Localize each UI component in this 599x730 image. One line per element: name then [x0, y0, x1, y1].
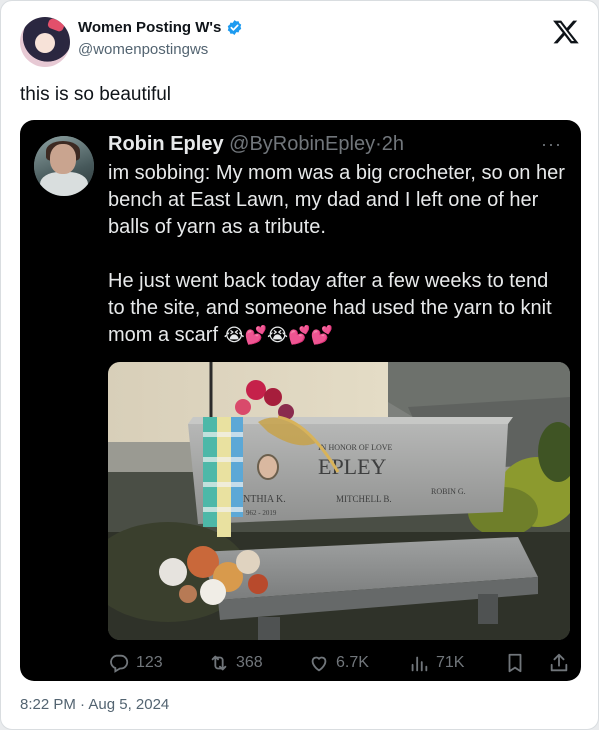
- quoted-paragraph-1: im sobbing: My mom was a big crocheter, …: [108, 162, 565, 238]
- views-button[interactable]: 71K: [408, 652, 464, 674]
- reply-button[interactable]: 123: [108, 652, 163, 674]
- quoted-avatar[interactable]: [34, 136, 94, 196]
- verified-badge-icon: [228, 20, 242, 35]
- quoted-handle[interactable]: @ByRobinEpley: [229, 133, 375, 155]
- bookmark-button[interactable]: [504, 652, 526, 674]
- quoted-post[interactable]: Robin Epley @ByRobinEpley·2h ··· im sobb…: [20, 120, 581, 681]
- repost-button[interactable]: 368: [208, 652, 263, 674]
- author-name[interactable]: Women Posting W's: [78, 19, 221, 36]
- engraving-name-left: NTHIA K.: [243, 494, 286, 505]
- author-name-row[interactable]: Women Posting W's: [78, 19, 243, 36]
- like-count: 6.7K: [336, 654, 369, 671]
- engraving-years-left: 962 - 2019: [246, 509, 277, 517]
- reply-count: 123: [136, 654, 163, 671]
- quoted-age[interactable]: 2h: [382, 133, 404, 155]
- emoji-row: 😭💕😭💕💕: [223, 325, 333, 345]
- action-bar: 123 368 6.7K 71K: [108, 652, 570, 676]
- reply-icon: [110, 654, 129, 673]
- quoted-name[interactable]: Robin Epley: [108, 133, 224, 155]
- post-card: Women Posting W's @womenpostingws this i…: [0, 0, 599, 730]
- engraving-name-mid: MITCHELL B.: [336, 494, 392, 504]
- repost-count: 368: [236, 654, 263, 671]
- more-icon[interactable]: ···: [541, 134, 562, 155]
- x-logo-icon[interactable]: [552, 18, 580, 46]
- post-caption: this is so beautiful: [20, 84, 172, 105]
- bench-photo: IN HONOR OF LOVE EPLEY NTHIA K. 962 - 20…: [108, 362, 570, 640]
- author-handle[interactable]: @womenpostingws: [78, 41, 208, 58]
- post-timestamp[interactable]: 8:22 PM · Aug 5, 2024: [20, 696, 169, 713]
- like-button[interactable]: 6.7K: [308, 652, 369, 674]
- author-avatar[interactable]: [20, 17, 70, 67]
- like-icon: [311, 656, 327, 672]
- share-button[interactable]: [548, 652, 570, 674]
- quoted-photo[interactable]: IN HONOR OF LOVE EPLEY NTHIA K. 962 - 20…: [108, 362, 570, 640]
- share-icon: [550, 653, 568, 672]
- quoted-header: Robin Epley @ByRobinEpley·2h: [108, 133, 404, 155]
- views-icon: [411, 656, 428, 672]
- bookmark-icon: [508, 653, 522, 673]
- repost-icon: [211, 655, 227, 671]
- views-count: 71K: [436, 654, 465, 671]
- engraving-line1: IN HONOR OF LOVE: [318, 443, 393, 452]
- engraving-name-right: ROBIN G.: [431, 487, 466, 496]
- quoted-text: im sobbing: My mom was a big crocheter, …: [108, 160, 568, 349]
